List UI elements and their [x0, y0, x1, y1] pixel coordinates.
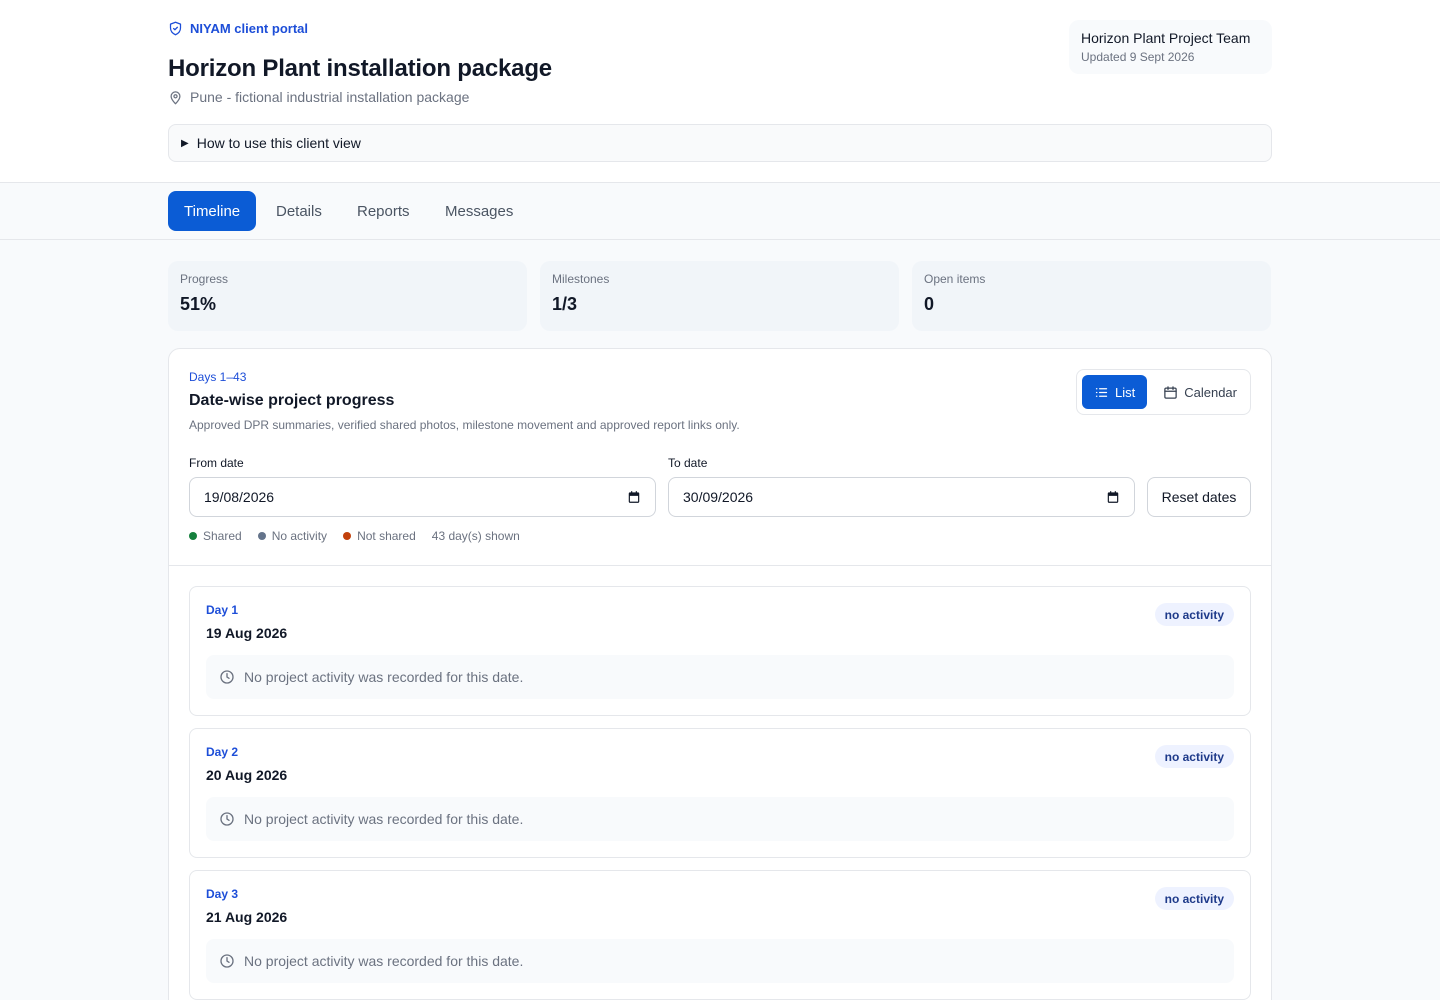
calendar-picker-icon[interactable]	[627, 490, 641, 504]
day-number: Day 1	[206, 603, 239, 617]
map-pin-icon	[170, 90, 181, 104]
day-card: Day 3 21 Aug 2026 no activity No project…	[189, 870, 1251, 1000]
stat-milestones: Milestones 1/3	[540, 261, 899, 331]
legend-label: Shared	[203, 529, 242, 543]
status-badge: no activity	[1154, 887, 1234, 910]
howto-label: How to use this client view	[196, 135, 361, 151]
howto-disclosure[interactable]: ▶ How to use this client view	[168, 124, 1272, 162]
legend-shared: Shared	[189, 529, 242, 543]
not-shared-dot-icon	[343, 532, 352, 540]
clock-icon	[220, 812, 234, 826]
stat-value: 1/3	[552, 294, 578, 314]
day-message: No project activity was recorded for thi…	[206, 797, 1234, 841]
legend-label: Not shared	[357, 529, 416, 543]
no-activity-dot-icon	[257, 532, 266, 540]
day-number: Day 3	[206, 887, 239, 901]
clock-icon	[220, 670, 234, 684]
day-card: Day 1 19 Aug 2026 no activity No project…	[189, 586, 1251, 716]
from-date-value: 19/08/2026	[204, 489, 275, 505]
from-date-label: From date	[189, 456, 244, 470]
stat-value: 51%	[180, 294, 217, 314]
portal-label: NIYAM client portal	[168, 21, 308, 36]
day-message-text: No project activity was recorded for thi…	[244, 669, 524, 685]
stat-label: Progress	[180, 272, 229, 286]
tab-bar: Timeline Details Reports Messages	[0, 183, 1440, 240]
disclosure-triangle-icon: ▶	[181, 137, 189, 149]
view-toggle: List Calendar	[1076, 369, 1251, 415]
day-number: Day 2	[206, 745, 239, 759]
panel-description: Approved DPR summaries, verified shared …	[189, 418, 740, 432]
calendar-icon	[1164, 385, 1177, 399]
list-icon	[1095, 387, 1108, 397]
from-date-input[interactable]: 19/08/2026	[189, 477, 656, 517]
day-message: No project activity was recorded for thi…	[206, 939, 1234, 983]
team-card: Horizon Plant Project Team Updated 9 Sep…	[1069, 20, 1272, 74]
panel-divider	[169, 565, 1271, 566]
to-date-value: 30/09/2026	[683, 489, 754, 505]
stat-label: Milestones	[552, 272, 610, 286]
status-badge: no activity	[1154, 603, 1234, 626]
list-view-button[interactable]: List	[1082, 375, 1148, 409]
shared-dot-icon	[189, 532, 197, 540]
clock-icon	[220, 954, 234, 968]
to-date-input[interactable]: 30/09/2026	[668, 477, 1135, 517]
stat-progress: Progress 51%	[168, 261, 527, 331]
list-view-label: List	[1115, 384, 1136, 400]
stat-value: 0	[924, 294, 935, 314]
day-date: 21 Aug 2026	[206, 909, 288, 925]
location-text: Pune - fictional industrial installation…	[190, 89, 470, 105]
timeline-panel: Days 1–43 Date-wise project progress App…	[168, 348, 1272, 1000]
stat-open-items: Open items 0	[912, 261, 1271, 331]
tab-details[interactable]: Details	[260, 191, 338, 231]
day-message-text: No project activity was recorded for thi…	[244, 811, 524, 827]
day-message: No project activity was recorded for thi…	[206, 655, 1234, 699]
day-date: 19 Aug 2026	[206, 625, 288, 641]
page-header: NIYAM client portal Horizon Plant instal…	[0, 0, 1440, 183]
tab-timeline[interactable]: Timeline	[168, 191, 257, 231]
calendar-view-button[interactable]: Calendar	[1151, 375, 1249, 409]
panel-title: Date-wise project progress	[189, 392, 395, 409]
to-date-label: To date	[668, 456, 708, 470]
updated-timestamp: Updated 9 Sept 2026	[1081, 50, 1195, 64]
team-name: Horizon Plant Project Team	[1081, 30, 1251, 46]
stat-label: Open items	[924, 272, 986, 286]
days-shown-count: 43 day(s) shown	[431, 529, 520, 543]
legend-not-shared: Not shared	[343, 529, 416, 543]
tab-reports[interactable]: Reports	[341, 191, 426, 231]
status-legend: Shared No activity Not shared 43 day(s) …	[189, 529, 520, 543]
day-date: 20 Aug 2026	[206, 767, 288, 783]
day-card: Day 2 20 Aug 2026 no activity No project…	[189, 728, 1251, 858]
page-title: Horizon Plant installation package	[168, 55, 552, 82]
legend-label: No activity	[271, 529, 328, 543]
location: Pune - fictional industrial installation…	[168, 89, 469, 105]
status-badge: no activity	[1154, 745, 1234, 768]
legend-no-activity: No activity	[257, 529, 328, 543]
calendar-picker-icon[interactable]	[1106, 490, 1120, 504]
shield-check-icon	[169, 21, 182, 36]
calendar-view-label: Calendar	[1184, 384, 1237, 400]
reset-dates-button[interactable]: Reset dates	[1147, 477, 1251, 517]
day-message-text: No project activity was recorded for thi…	[244, 953, 524, 969]
portal-label-text: NIYAM client portal	[190, 21, 308, 36]
tab-messages[interactable]: Messages	[429, 191, 529, 231]
panel-eyebrow: Days 1–43	[189, 370, 247, 384]
